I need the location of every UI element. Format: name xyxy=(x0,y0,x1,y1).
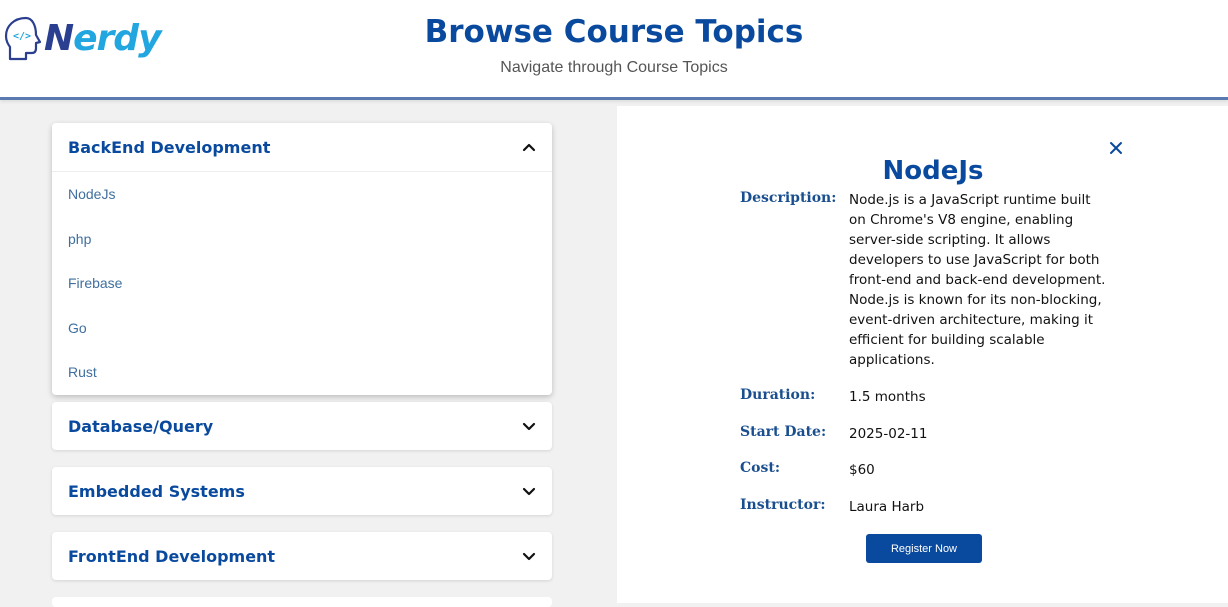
accordion-header-database[interactable]: Database/Query xyxy=(52,402,552,450)
start-date-value: 2025-02-11 xyxy=(849,426,928,442)
chevron-down-icon xyxy=(522,552,536,561)
chevron-up-icon xyxy=(522,143,536,152)
duration-label: Duration: xyxy=(740,387,816,403)
accordion-header-embedded[interactable]: Embedded Systems xyxy=(52,467,552,515)
close-icon[interactable] xyxy=(1108,140,1124,156)
page-subtitle: Navigate through Course Topics xyxy=(500,59,728,76)
description-label: Description: xyxy=(740,190,837,206)
topic-item-firebase[interactable]: Firebase xyxy=(52,261,552,306)
description-value: Node.js is a JavaScript runtime built on… xyxy=(849,192,1106,368)
cost-row: Cost: $60 xyxy=(740,460,1111,480)
instructor-value: Laura Harb xyxy=(849,499,925,515)
accordion-title: FrontEnd Development xyxy=(68,546,276,566)
duration-value: 1.5 months xyxy=(849,389,926,405)
accordion-header-frontend[interactable]: FrontEnd Development xyxy=(52,532,552,580)
accordion-body-backend: NodeJs php Firebase Go Rust xyxy=(52,171,552,395)
instructor-row: Instructor: Laura Harb xyxy=(740,497,1111,517)
course-detail-panel: NodeJs Description: Node.js is a JavaScr… xyxy=(617,106,1228,603)
topic-item-nodejs[interactable]: NodeJs xyxy=(52,172,552,217)
cost-value: $60 xyxy=(849,462,875,478)
topic-item-go[interactable]: Go xyxy=(52,306,552,351)
accordion-next-partial[interactable] xyxy=(52,597,552,607)
accordion-title: Database/Query xyxy=(68,416,214,436)
start-date-row: Start Date: 2025-02-11 xyxy=(740,424,1111,444)
chevron-down-icon xyxy=(522,422,536,431)
page-header: </> Nerdy Browse Course Topics Navigate … xyxy=(0,0,1228,100)
course-title: NodeJs xyxy=(882,156,984,186)
accordion-database: Database/Query xyxy=(52,402,552,450)
start-date-label: Start Date: xyxy=(740,424,827,440)
description-row: Description: Node.js is a JavaScript run… xyxy=(740,190,1111,370)
chevron-down-icon xyxy=(522,487,536,496)
page-title: Browse Course Topics xyxy=(424,14,804,50)
cost-label: Cost: xyxy=(740,460,780,476)
duration-row: Duration: 1.5 months xyxy=(740,387,1111,407)
instructor-label: Instructor: xyxy=(740,497,826,513)
accordion-title: BackEnd Development xyxy=(68,137,271,157)
topic-item-php[interactable]: php xyxy=(52,217,552,262)
accordion-frontend: FrontEnd Development xyxy=(52,532,552,580)
register-now-button[interactable]: Register Now xyxy=(866,534,982,563)
accordion-title: Embedded Systems xyxy=(68,481,245,501)
accordion-embedded: Embedded Systems xyxy=(52,467,552,515)
accordion-header-backend[interactable]: BackEnd Development xyxy=(52,123,552,171)
accordion-backend: BackEnd Development NodeJs php Firebase … xyxy=(52,123,552,395)
topic-item-rust[interactable]: Rust xyxy=(52,350,552,395)
